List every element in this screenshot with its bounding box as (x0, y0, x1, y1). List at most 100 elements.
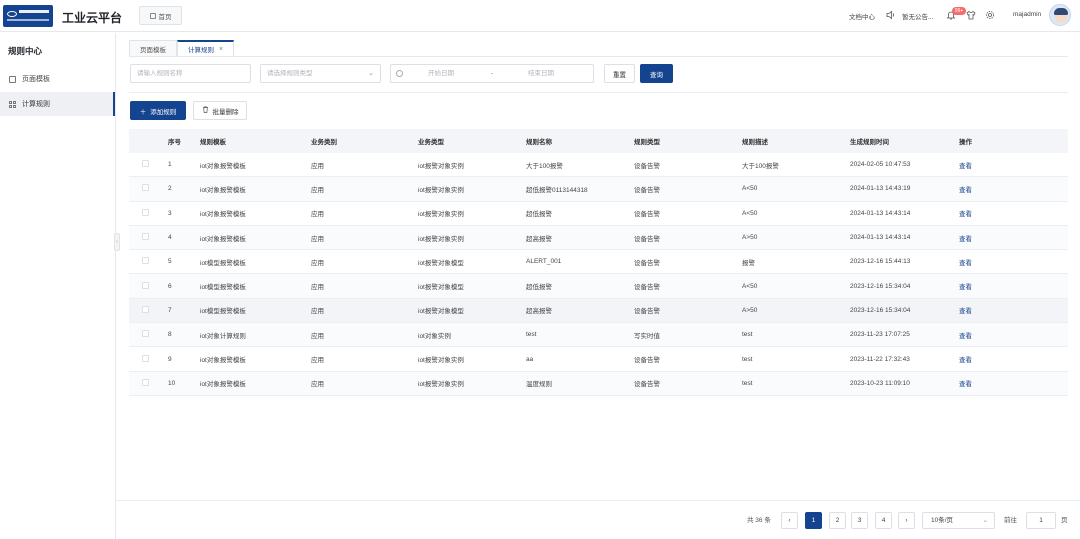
add-rule-label: 添加规则 (150, 108, 177, 116)
home-tab[interactable]: 首页 (139, 6, 182, 25)
page-size-value: 10条/页 (931, 517, 954, 524)
table-cell-no: 7 (168, 306, 172, 314)
table-row[interactable]: 7 iot模型报警模板 应用 iot报警对象模型 超高报警 设备告警 A>50 2023-12… (129, 298, 1068, 324)
table-row[interactable]: 6 iot模型报警模板 应用 iot报警对象模型 超低报警 设备告警 A<50 2023-12… (129, 274, 1068, 299)
prev-page-button[interactable]: ‹ (781, 512, 798, 529)
view-link[interactable]: 查看 (959, 330, 1019, 340)
page-button-3[interactable]: 3 (851, 512, 868, 529)
end-date-placeholder: 结束日期 (528, 70, 554, 77)
table-cell-rule-type: 设备告警 (634, 162, 660, 170)
row-checkbox[interactable] (142, 354, 149, 362)
table-row[interactable]: 1 iot对象报警模板 应用 iot报警对象实例 大于100报警 设备告警 大于100报警 2… (129, 153, 1068, 178)
table-cell-time: 2023-11-23 17:07:25 (850, 331, 910, 339)
view-link[interactable]: 查看 (959, 354, 1019, 364)
row-checkbox[interactable] (142, 233, 149, 241)
rule-type-select[interactable]: 请选择规则类型 ⌄ (260, 64, 381, 83)
batch-delete-button[interactable]: 批量删除 (193, 101, 247, 120)
table-cell-name: 超高报警 (526, 308, 552, 316)
footer-divider (116, 500, 1080, 501)
view-link[interactable]: 查看 (959, 208, 1019, 218)
total-count: 共 36 条 (747, 517, 771, 524)
chevron-down-icon: ⌄ (368, 70, 374, 77)
next-page-button[interactable]: › (898, 512, 915, 529)
sidebar-item-page-template[interactable]: 页面模板 (0, 67, 115, 91)
tab-page-template[interactable]: 页面模板 (129, 40, 177, 56)
view-link[interactable]: 查看 (959, 257, 1019, 267)
tab-label: 页面模板 (140, 46, 166, 54)
row-checkbox[interactable] (142, 184, 149, 192)
row-checkbox[interactable] (142, 281, 149, 289)
view-link[interactable]: 查看 (959, 233, 1019, 243)
col-header: 规则名称 (526, 139, 552, 146)
table-cell-desc: A<50 (742, 282, 758, 290)
row-checkbox[interactable] (142, 378, 149, 386)
view-link[interactable]: 查看 (959, 305, 1019, 315)
rules-table: 序号 规则模板 业务类别 业务类型 规则名称 规则类型 规则描述 生成规则时间 … (129, 129, 1068, 396)
view-link[interactable]: 查看 (959, 281, 1019, 291)
username[interactable]: majadmin (1013, 11, 1041, 18)
table-cell-no: 3 (168, 209, 172, 217)
table-row[interactable]: 2 iot对象报警模板 应用 iot报警对象实例 超低报警0113144318 设备告警 A… (129, 177, 1068, 202)
table-cell-time: 2023-12-16 15:34:04 (850, 282, 911, 290)
table-cell-time: 2024-01-13 14:43:14 (850, 209, 911, 217)
search-button[interactable]: 查询 (640, 64, 673, 83)
table-cell-biz-type: iot对象实例 (418, 332, 451, 340)
speaker-icon[interactable] (886, 10, 896, 20)
reset-button[interactable]: 重置 (604, 64, 635, 83)
table-cell-name: 超高报警 (526, 235, 552, 243)
tab-calc-rules[interactable]: 计算规则 × (177, 40, 235, 56)
sidebar-collapse-handle[interactable]: ‹ (114, 233, 120, 251)
table-cell-desc: A<50 (742, 185, 758, 193)
tab-divider (129, 56, 1068, 57)
table-row[interactable]: 10 iot对象报警模板 应用 iot报警对象实例 温度规则 设备告警 test 2023-1… (129, 371, 1068, 396)
app-title: 工业云平台 (62, 11, 123, 25)
table-row[interactable]: 4 iot对象报警模板 应用 iot报警对象实例 超高报警 设备告警 A>50 2024-01… (129, 225, 1068, 251)
notice-text[interactable]: 暂无公告... (902, 11, 933, 21)
table-cell-desc: A>50 (742, 234, 758, 242)
avatar[interactable] (1049, 4, 1071, 26)
date-range-picker[interactable]: 开始日期 - 结束日期 (390, 64, 594, 83)
table-cell-template: iot模型报警模板 (200, 259, 246, 267)
col-header: 业务类型 (418, 139, 444, 146)
row-checkbox[interactable] (142, 160, 149, 168)
page-size-select[interactable]: 10条/页 ⌄ (922, 512, 995, 529)
goto-page-input[interactable]: 1 (1026, 512, 1056, 529)
table-cell-name: 温度规则 (526, 381, 552, 389)
table-cell-time: 2023-11-22 17:32:43 (850, 355, 910, 363)
table-row[interactable]: 5 iot模型报警模板 应用 iot报警对象模型 ALERT_001 设备告警 报警 2023… (129, 250, 1068, 275)
docs-link[interactable]: 文档中心 (849, 11, 875, 21)
add-rule-button[interactable]: ＋ 添加规则 (130, 101, 186, 120)
table-cell-template: iot对象报警模板 (200, 357, 246, 365)
view-link[interactable]: 查看 (959, 378, 1019, 388)
table-cell-template: iot对象报警模板 (200, 162, 246, 170)
table-cell-rule-type: 设备告警 (634, 308, 660, 316)
page-button-2[interactable]: 2 (829, 512, 846, 529)
row-checkbox[interactable] (142, 305, 149, 313)
rule-name-input[interactable]: 请输入规则名称 (130, 64, 251, 83)
table-row[interactable]: 3 iot对象报警模板 应用 iot报警对象实例 超低报警 设备告警 A<50 2024-01… (129, 202, 1068, 226)
table-cell-rule-type: 设备告警 (634, 186, 660, 194)
row-checkbox[interactable] (142, 257, 149, 265)
sidebar: 规则中心 页面模板 计算规则 (0, 33, 116, 539)
table-cell-template: iot模型报警模板 (200, 308, 246, 316)
page-button-1[interactable]: 1 (805, 512, 822, 529)
table-cell-rule-type: 设备告警 (634, 357, 660, 365)
close-icon[interactable]: × (219, 46, 223, 53)
page-button-4[interactable]: 4 (875, 512, 892, 529)
gear-icon[interactable] (985, 10, 995, 20)
table-cell-time: 2024-02-05 10:47:53 (850, 161, 911, 169)
sidebar-item-calc-rules[interactable]: 计算规则 (0, 92, 115, 116)
row-checkbox[interactable] (142, 330, 149, 338)
view-link[interactable]: 查看 (959, 160, 1019, 170)
row-checkbox[interactable] (142, 208, 149, 216)
theme-icon[interactable] (966, 10, 976, 20)
table-cell-no: 6 (168, 282, 172, 290)
view-link[interactable]: 查看 (959, 184, 1019, 194)
table-cell-desc: 报警 (742, 259, 755, 267)
table-row[interactable]: 8 iot对象计算规则 应用 iot对象实例 test 写实时值 test 2023-11-2… (129, 323, 1068, 348)
goto-label: 前往 (1004, 517, 1017, 524)
table-row[interactable]: 9 iot对象报警模板 应用 iot报警对象实例 aa 设备告警 test 2023-11-2… (129, 347, 1068, 372)
sidebar-item-label: 计算规则 (22, 101, 50, 108)
table-cell-rule-type: 设备告警 (634, 381, 660, 389)
table-cell-category: 应用 (311, 211, 324, 219)
